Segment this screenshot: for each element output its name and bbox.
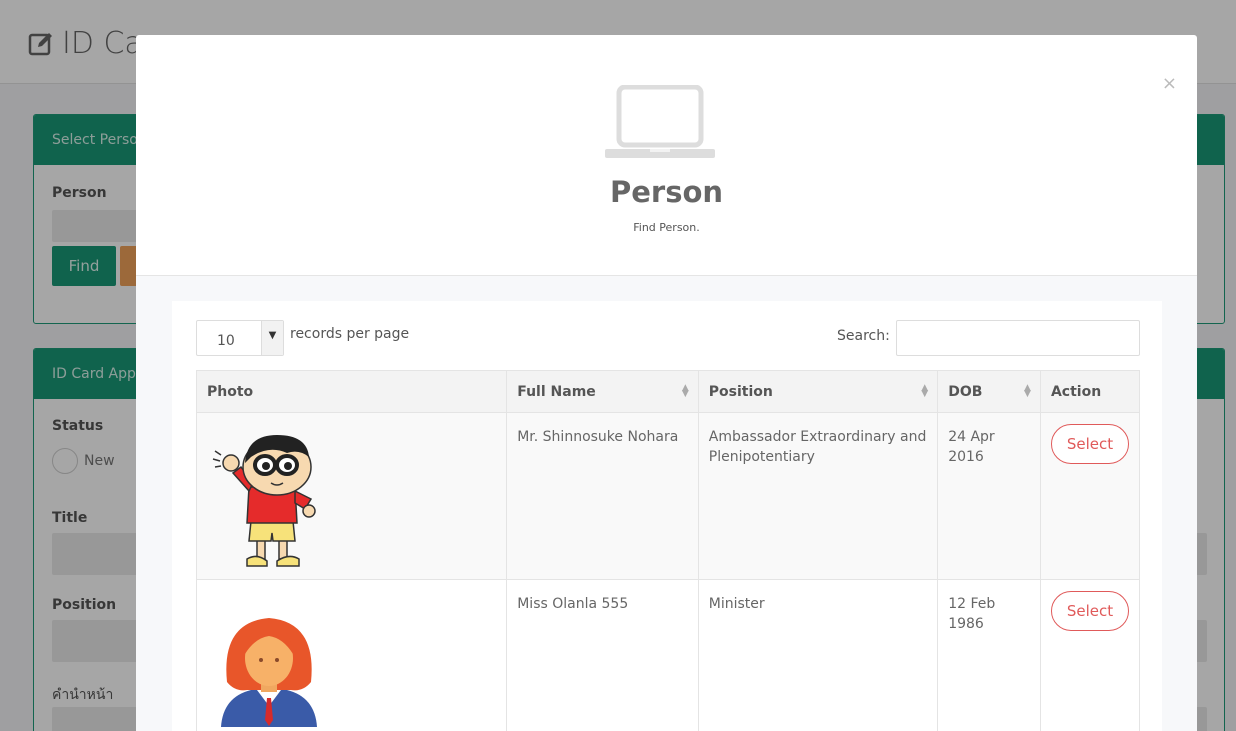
photo-cell xyxy=(195,412,508,580)
records-per-page-value: 10 xyxy=(217,333,235,349)
modal-body: 10 ▼ records per page Search: Photo Full… xyxy=(136,276,1197,731)
table-header-row: Photo Full Name ▲ ▼ Position ▲ ▼ DOB ▲ ▼ Actio… xyxy=(195,370,1141,413)
dob-cell: 24 Apr 2016 xyxy=(937,412,1041,580)
select-button[interactable]: Select xyxy=(1050,424,1129,464)
person-modal: × Person Find Person. 10 ▼ records per p… xyxy=(136,35,1197,731)
dob-cell: 12 Feb 1986 xyxy=(937,579,1041,731)
records-per-page-label: records per page xyxy=(290,326,410,342)
table-row: Mr. Shinnosuke Nohara Ambassador Extraor… xyxy=(195,412,1141,580)
position-cell: Ambassador Extraordinary and Plenipotent… xyxy=(697,412,939,580)
action-cell: Select xyxy=(1039,579,1141,731)
chevron-down-icon: ▼ xyxy=(261,321,283,355)
sort-icon: ▲ ▼ xyxy=(681,383,689,399)
search-input[interactable] xyxy=(896,320,1140,356)
search-label: Search: xyxy=(837,328,890,344)
header-action: Action xyxy=(1039,370,1141,413)
photo-cell xyxy=(195,579,508,731)
laptop-icon xyxy=(605,85,715,158)
action-cell: Select xyxy=(1039,412,1141,580)
header-full-name[interactable]: Full Name ▲ ▼ xyxy=(506,370,699,413)
full-name-cell: Mr. Shinnosuke Nohara xyxy=(506,412,699,580)
header-photo: Photo xyxy=(195,370,508,413)
modal-subtitle: Find Person. xyxy=(633,221,700,234)
position-cell: Minister xyxy=(697,579,939,731)
table-row: Miss Olanla 555 Minister 12 Feb 1986 Sel… xyxy=(195,579,1141,731)
records-per-page-select[interactable]: 10 ▼ xyxy=(196,320,284,356)
header-dob[interactable]: DOB ▲ ▼ xyxy=(937,370,1041,413)
sort-icon: ▲ ▼ xyxy=(1024,383,1031,399)
full-name-cell: Miss Olanla 555 xyxy=(506,579,699,731)
sort-icon: ▲ ▼ xyxy=(921,383,929,399)
modal-title: Person xyxy=(609,175,724,209)
select-button[interactable]: Select xyxy=(1050,591,1129,631)
woman-avatar xyxy=(221,618,317,727)
modal-header: Person Find Person. xyxy=(136,35,1197,276)
cartoon-boy-avatar xyxy=(212,435,316,567)
header-position[interactable]: Position ▲ ▼ xyxy=(697,370,939,413)
table-card: 10 ▼ records per page Search: Photo Full… xyxy=(172,301,1162,731)
person-table: Photo Full Name ▲ ▼ Position ▲ ▼ DOB ▲ ▼ Actio… xyxy=(195,370,1141,731)
